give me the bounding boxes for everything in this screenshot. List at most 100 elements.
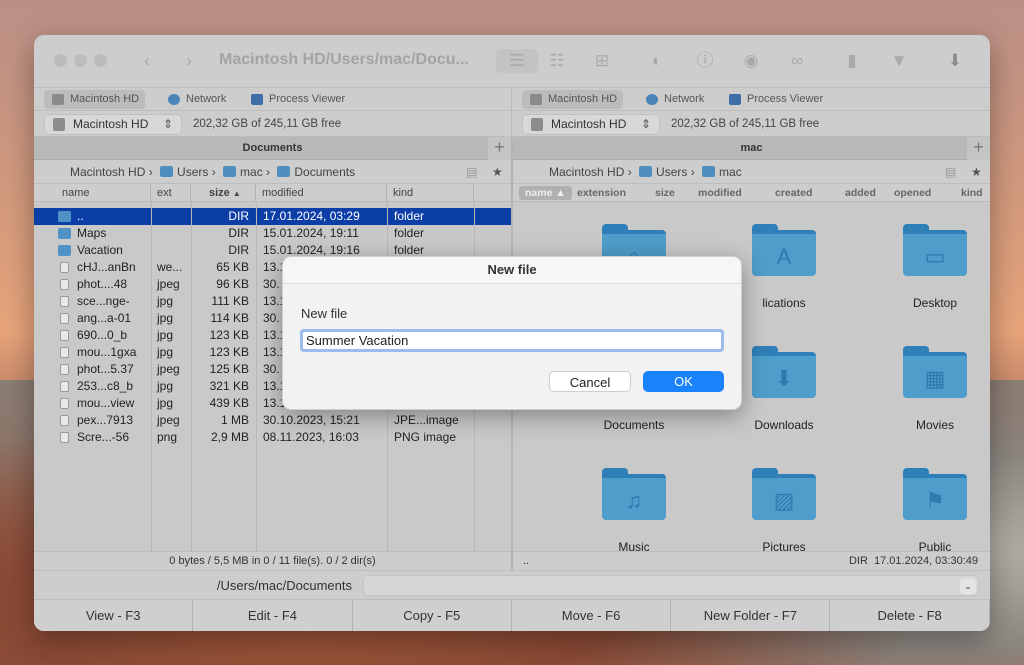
col-modified[interactable]: modified bbox=[256, 184, 387, 202]
fkey-button[interactable]: Edit - F4 bbox=[193, 600, 353, 631]
network-share-icon[interactable]: ▼ bbox=[886, 49, 912, 73]
image-file-icon bbox=[60, 432, 69, 443]
col-size[interactable]: size ▲ bbox=[191, 184, 256, 202]
file-name: 690...0_b bbox=[77, 328, 128, 342]
folder-glyph-icon: A bbox=[776, 244, 792, 269]
col-6[interactable]: opened bbox=[894, 184, 931, 202]
disk-icon bbox=[530, 94, 542, 105]
fkey-button[interactable]: Copy - F5 bbox=[352, 600, 512, 631]
icon-view-icon[interactable]: ⊞ bbox=[589, 49, 615, 73]
drive-select-right[interactable]: Macintosh HD ⇕ bbox=[522, 114, 660, 135]
fkey-button[interactable]: New Folder - F7 bbox=[671, 600, 831, 631]
col-kind[interactable]: kind bbox=[387, 184, 474, 202]
file-name-input[interactable] bbox=[300, 329, 724, 352]
col-7[interactable]: kind bbox=[961, 184, 983, 202]
download-icon[interactable]: ⬇ bbox=[942, 49, 968, 73]
image-file-icon bbox=[60, 364, 69, 375]
tab-macintosh-hd[interactable]: Macintosh HD bbox=[44, 90, 146, 109]
command-input[interactable] bbox=[363, 575, 979, 596]
list-view-icon[interactable]: ☰ bbox=[496, 49, 538, 73]
table-row[interactable]: .. DIR 17.01.2024, 03:29 folder bbox=[34, 208, 511, 225]
col-2[interactable]: size bbox=[655, 184, 675, 202]
info-icon[interactable]: ⓘ bbox=[692, 49, 718, 73]
folder-label: Desktop bbox=[912, 296, 958, 310]
crumb[interactable]: mac bbox=[719, 165, 742, 179]
table-row[interactable]: pex...7913 jpeg 1 MB 30.10.2023, 15:21 JPE..… bbox=[34, 412, 511, 429]
fkey-button[interactable]: View - F3 bbox=[34, 600, 194, 631]
col-ext[interactable]: ext bbox=[151, 184, 191, 202]
file-kind: PNG image bbox=[394, 430, 457, 444]
tab-network[interactable]: Network bbox=[160, 90, 232, 109]
file-modified: 17.01.2024, 03:29 bbox=[263, 209, 360, 223]
col-name[interactable]: name bbox=[34, 184, 151, 202]
list-icon[interactable]: ▤ bbox=[945, 160, 956, 184]
close-button[interactable] bbox=[54, 54, 67, 67]
panels-icon[interactable]: ▮ bbox=[839, 49, 865, 73]
binoculars-icon[interactable]: ∞ bbox=[784, 49, 810, 73]
drive-select[interactable]: Macintosh HD ⇕ bbox=[44, 114, 182, 135]
folder-item[interactable]: ♫ Music bbox=[569, 468, 699, 554]
col-1[interactable]: extension bbox=[577, 184, 626, 202]
folder-glyph-icon: ▦ bbox=[924, 366, 946, 391]
image-file-icon bbox=[60, 313, 69, 324]
file-size: 123 KB bbox=[209, 345, 249, 359]
right-panel-header: mac + bbox=[513, 137, 990, 160]
file-size: 321 KB bbox=[209, 379, 249, 393]
file-name: Scre...-56 bbox=[77, 430, 130, 444]
file-size: DIR bbox=[228, 243, 249, 257]
image-file-icon bbox=[60, 398, 69, 409]
col-3[interactable]: modified bbox=[698, 184, 742, 202]
file-ext: we... bbox=[157, 260, 183, 274]
image-file-icon bbox=[60, 279, 69, 290]
file-name: phot....48 bbox=[77, 277, 128, 291]
folder-glyph-icon: ⬇ bbox=[774, 366, 794, 391]
folder-label: Documents bbox=[603, 418, 665, 432]
forward-icon[interactable]: › bbox=[176, 49, 202, 73]
ok-button[interactable]: OK bbox=[643, 371, 724, 392]
folder-icon bbox=[58, 228, 71, 239]
file-name: Maps bbox=[77, 226, 107, 240]
chevron-down-icon[interactable]: ⌄ bbox=[960, 578, 976, 594]
col-5[interactable]: added bbox=[845, 184, 876, 202]
fkey-button[interactable]: Move - F6 bbox=[511, 600, 672, 631]
detail-view-icon[interactable]: ☷ bbox=[544, 49, 570, 73]
add-tab-button[interactable]: + bbox=[488, 137, 511, 160]
file-name: mou...1gxa bbox=[77, 345, 137, 359]
table-row[interactable]: Maps DIR 15.01.2024, 19:11 folder bbox=[34, 225, 511, 242]
tab-process-viewer[interactable]: Process Viewer bbox=[243, 90, 351, 109]
col-4[interactable]: created bbox=[775, 184, 812, 202]
zoom-button[interactable] bbox=[94, 54, 107, 67]
file-name: ang...a-01 bbox=[77, 311, 132, 325]
col-0[interactable]: name ▲ bbox=[519, 186, 572, 200]
back-icon[interactable]: ‹ bbox=[134, 49, 160, 73]
minimize-button[interactable] bbox=[74, 54, 87, 67]
folder-item[interactable]: ⚑ Public bbox=[870, 468, 990, 554]
toggle-icon[interactable]: ◐ bbox=[644, 49, 670, 73]
eye-icon[interactable]: ◉ bbox=[738, 49, 764, 73]
crumb[interactable]: Documents bbox=[294, 165, 355, 179]
folder-icon: ⬇ bbox=[752, 346, 816, 398]
folder-item[interactable]: ▨ Pictures bbox=[719, 468, 849, 554]
add-tab-button-right[interactable]: + bbox=[967, 137, 990, 160]
folder-item[interactable]: ▭ Desktop bbox=[870, 224, 990, 310]
file-name: phot...5.37 bbox=[77, 362, 134, 376]
list-icon[interactable]: ▤ bbox=[466, 160, 477, 184]
crumb[interactable]: Users bbox=[177, 165, 208, 179]
image-file-icon bbox=[60, 415, 69, 426]
file-name: sce...nge- bbox=[77, 294, 130, 308]
star-icon[interactable]: ★ bbox=[492, 160, 503, 184]
crumb[interactable]: mac bbox=[240, 165, 263, 179]
crumb[interactable]: Users bbox=[656, 165, 687, 179]
tab-macintosh-hd-right[interactable]: Macintosh HD bbox=[522, 90, 624, 109]
status-bar: 0 bytes / 5,5 MB in 0 / 11 file(s). 0 / … bbox=[34, 551, 511, 571]
tab-process-viewer-right[interactable]: Process Viewer bbox=[721, 90, 829, 109]
cancel-button[interactable]: Cancel bbox=[549, 371, 631, 392]
table-row[interactable]: Scre...-56 png 2,9 MB 08.11.2023, 16:03 PNG … bbox=[34, 429, 511, 446]
fkey-button[interactable]: Delete - F8 bbox=[830, 600, 990, 631]
crumb[interactable]: Macintosh HD bbox=[70, 165, 145, 179]
dialog-title: New file bbox=[283, 257, 741, 284]
star-icon[interactable]: ★ bbox=[971, 160, 982, 184]
tab-network-right[interactable]: Network bbox=[638, 90, 710, 109]
crumb[interactable]: Macintosh HD bbox=[549, 165, 624, 179]
folder-item[interactable]: ▦ Movies bbox=[870, 346, 990, 432]
